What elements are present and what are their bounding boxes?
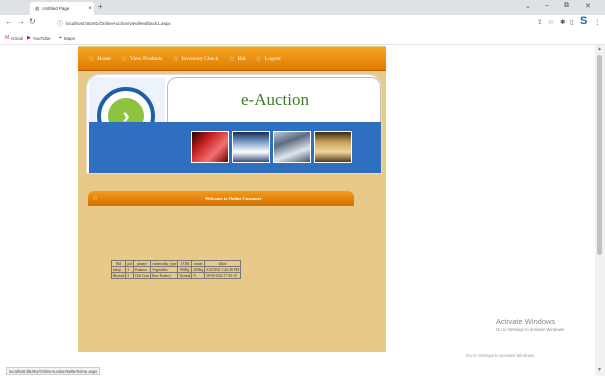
bids-table: Bid pid pname commodity_type UOM mrate s…	[110, 260, 241, 279]
sidepanel-icon[interactable]: ▯	[570, 18, 574, 26]
activate-windows-watermark: Activate Windows Go to Settings to activ…	[496, 317, 565, 332]
share-icon[interactable]: ⇪	[537, 18, 542, 26]
forward-icon[interactable]: →	[17, 17, 25, 26]
address-bar[interactable]: ⓘ localhost:55491/OnlineAuction/viewfeed…	[57, 18, 527, 28]
menu-bid[interactable]: ☆ Bid	[228, 55, 245, 63]
status-bar-url: localhost:55491/OnlineAuction/sellerhome…	[6, 367, 101, 375]
extensions-icon[interactable]: ✱	[560, 18, 565, 26]
star-icon: ☆	[255, 54, 262, 63]
activate-subtext: Go to Settings to activate Windows.	[496, 327, 566, 332]
browser-tab[interactable]: ◍ Untitled Page ×	[30, 2, 94, 15]
reload-icon[interactable]: ↻	[29, 17, 36, 26]
info-icon[interactable]: ⓘ	[57, 19, 63, 28]
header-banner	[89, 122, 381, 173]
tab-close-icon[interactable]: ×	[86, 6, 94, 12]
star-icon: ☆	[88, 54, 95, 63]
table-cell: Chil Com	[132, 272, 152, 279]
star-icon: ☆	[120, 54, 128, 63]
restore-button[interactable]: ⧉	[564, 2, 569, 10]
youtube-icon: ▶	[27, 35, 31, 41]
site-header: › e-Auction	[86, 74, 382, 174]
menu-home[interactable]: ☆ Home	[88, 55, 111, 63]
star-icon: ☆	[92, 195, 99, 202]
gmail-icon: M	[5, 35, 10, 41]
menu-inventory-check[interactable]: ☆ Inventory Check	[172, 55, 218, 63]
table-cell: Normal	[177, 272, 193, 279]
maps-icon: ⌖	[59, 35, 62, 41]
bookmark-star-icon[interactable]: ☆	[548, 18, 554, 26]
banner-image-2	[232, 131, 270, 163]
tab-title: Untitled Page	[42, 6, 70, 11]
bookmark-gmail[interactable]: M Gmail	[5, 35, 23, 41]
banner-image-4	[314, 131, 352, 163]
bookmarks-bar	[0, 32, 605, 45]
tab-search-icon[interactable]: ⌄	[525, 2, 531, 10]
minimize-button[interactable]: –	[545, 2, 549, 9]
activate-heading: Activate Windows	[496, 317, 556, 326]
table-cell: 2	[125, 272, 134, 279]
star-icon: ☆	[228, 54, 235, 63]
bookmark-maps[interactable]: ⌖ Maps	[59, 35, 75, 41]
menu-view-products[interactable]: ☆ View Products	[121, 55, 163, 63]
site-title: e-Auction	[241, 90, 309, 109]
new-tab-button[interactable]: +	[98, 2, 103, 11]
bookmark-youtube[interactable]: ▶ YouTube	[27, 35, 51, 41]
activate-windows-repeat: Go to Settings to activate Windows.	[466, 353, 536, 358]
menu-kebab-icon[interactable]: ⋮	[594, 18, 601, 26]
banner-image-1	[191, 131, 229, 163]
table-cell: Raw Product	[150, 272, 179, 279]
close-window-button[interactable]: ✕	[585, 2, 591, 10]
menu-logout[interactable]: ☆ Logout	[256, 55, 281, 63]
table-row: Bharath 2 Chil Com Raw Product Normal N …	[110, 272, 241, 279]
table-cell: Bharath	[110, 272, 127, 279]
welcome-text: Welcome to Online Customer	[205, 196, 262, 201]
star-icon: ☆	[172, 54, 179, 63]
table-cell: N	[191, 272, 206, 279]
globe-icon: ◍	[35, 5, 40, 12]
back-icon[interactable]: ←	[5, 17, 13, 26]
url-text: localhost:55491/OnlineAuction/viewfeedba…	[66, 20, 171, 26]
title-panel: e-Auction	[167, 77, 381, 123]
scroll-up-arrow-icon[interactable]: ▲	[597, 46, 602, 52]
site-menu: ☆ Home ☆ View Products ☆ Inventory Check ☆ B…	[78, 47, 386, 71]
scroll-down-arrow-icon[interactable]: ▼	[597, 367, 602, 373]
scrollbar-thumb[interactable]	[597, 55, 602, 255]
table-cell: 28-03-2022 17:30:16	[204, 272, 241, 279]
banner-image-3	[273, 131, 311, 163]
profile-s-icon[interactable]: S	[580, 15, 587, 27]
